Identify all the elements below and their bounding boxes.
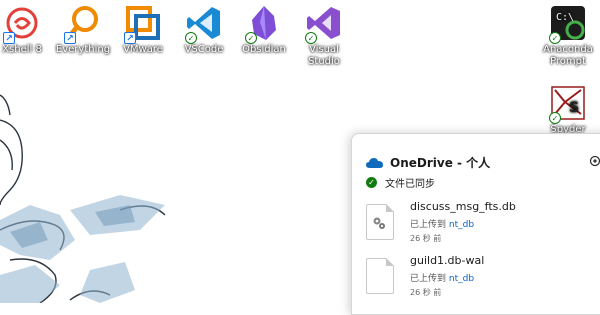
desktop-icon-vscode[interactable]: ✓ VSCode (172, 4, 236, 56)
desktop-icon-xshell[interactable]: ↗ Xshell 8 (0, 4, 54, 56)
file-name: guild1.db-wal (410, 254, 485, 267)
desktop-icon-visual-studio[interactable]: ✓ Visual Studio (292, 4, 356, 68)
upload-prefix: 已上传到 (410, 274, 447, 284)
database-file-icon (366, 204, 394, 240)
desktop-icon-label: Obsidian (242, 44, 286, 55)
onedrive-title: OneDrive - 个人 (390, 156, 491, 170)
sync-check-icon: ✓ (549, 32, 561, 44)
sync-check-icon: ✓ (366, 177, 377, 188)
shortcut-arrow-icon: ↗ (3, 32, 15, 44)
svg-text:S: S (569, 100, 579, 116)
desktop-icon-label: Xshell 8 (2, 44, 42, 55)
file-list-item[interactable]: discuss_msg_fts.db 已上传到 nt_db 26 秒 前 (366, 200, 596, 250)
shortcut-arrow-icon: ↗ (124, 32, 136, 44)
sync-status: ✓ 文件已同步 (366, 175, 435, 190)
desktop-icon-spyder[interactable]: S ✓ Spyder (536, 84, 600, 136)
desktop-icon-label: Everything (55, 44, 111, 55)
file-upload-info: 已上传到 nt_db (410, 217, 474, 230)
desktop-icon-anaconda-prompt[interactable]: C:\ ✓ Anaconda Prompt (536, 4, 600, 68)
desktop-icon-label: Visual Studio (308, 44, 340, 67)
onedrive-cloud-icon (366, 157, 383, 168)
file-time: 26 秒 前 (410, 288, 442, 297)
sync-check-icon: ✓ (549, 112, 561, 124)
folder-link[interactable]: nt_db (449, 220, 474, 230)
file-time: 26 秒 前 (410, 234, 442, 243)
desktop-icon-vmware[interactable]: ↗ VMware (111, 4, 175, 56)
gear-icon (373, 217, 385, 229)
file-list-item[interactable]: guild1.db-wal 已上传到 nt_db 26 秒 前 (366, 254, 596, 304)
gear-icon[interactable] (588, 154, 600, 168)
desktop-icon-everything[interactable]: ↗ Everything (51, 4, 115, 56)
sync-status-text: 文件已同步 (385, 179, 435, 190)
onedrive-header: OneDrive - 个人 (366, 154, 490, 171)
desktop-icon-label: Anaconda Prompt (543, 44, 593, 67)
desktop-icon-label: VSCode (184, 44, 224, 55)
folder-link[interactable]: nt_db (449, 274, 474, 284)
blank-file-icon (366, 258, 394, 294)
upload-prefix: 已上传到 (410, 220, 447, 230)
sync-check-icon: ✓ (185, 32, 197, 44)
shortcut-arrow-icon: ↗ (64, 32, 76, 44)
file-upload-info: 已上传到 nt_db (410, 271, 474, 284)
desktop-icon-obsidian[interactable]: ✓ Obsidian (232, 4, 296, 56)
desktop-icon-label: VMware (123, 44, 163, 55)
onedrive-flyout: OneDrive - 个人 ✓ 文件已同步 discuss_msg_fts.db… (351, 133, 600, 315)
file-name: discuss_msg_fts.db (410, 200, 516, 213)
sync-check-icon: ✓ (245, 32, 257, 44)
sync-check-icon: ✓ (305, 32, 317, 44)
